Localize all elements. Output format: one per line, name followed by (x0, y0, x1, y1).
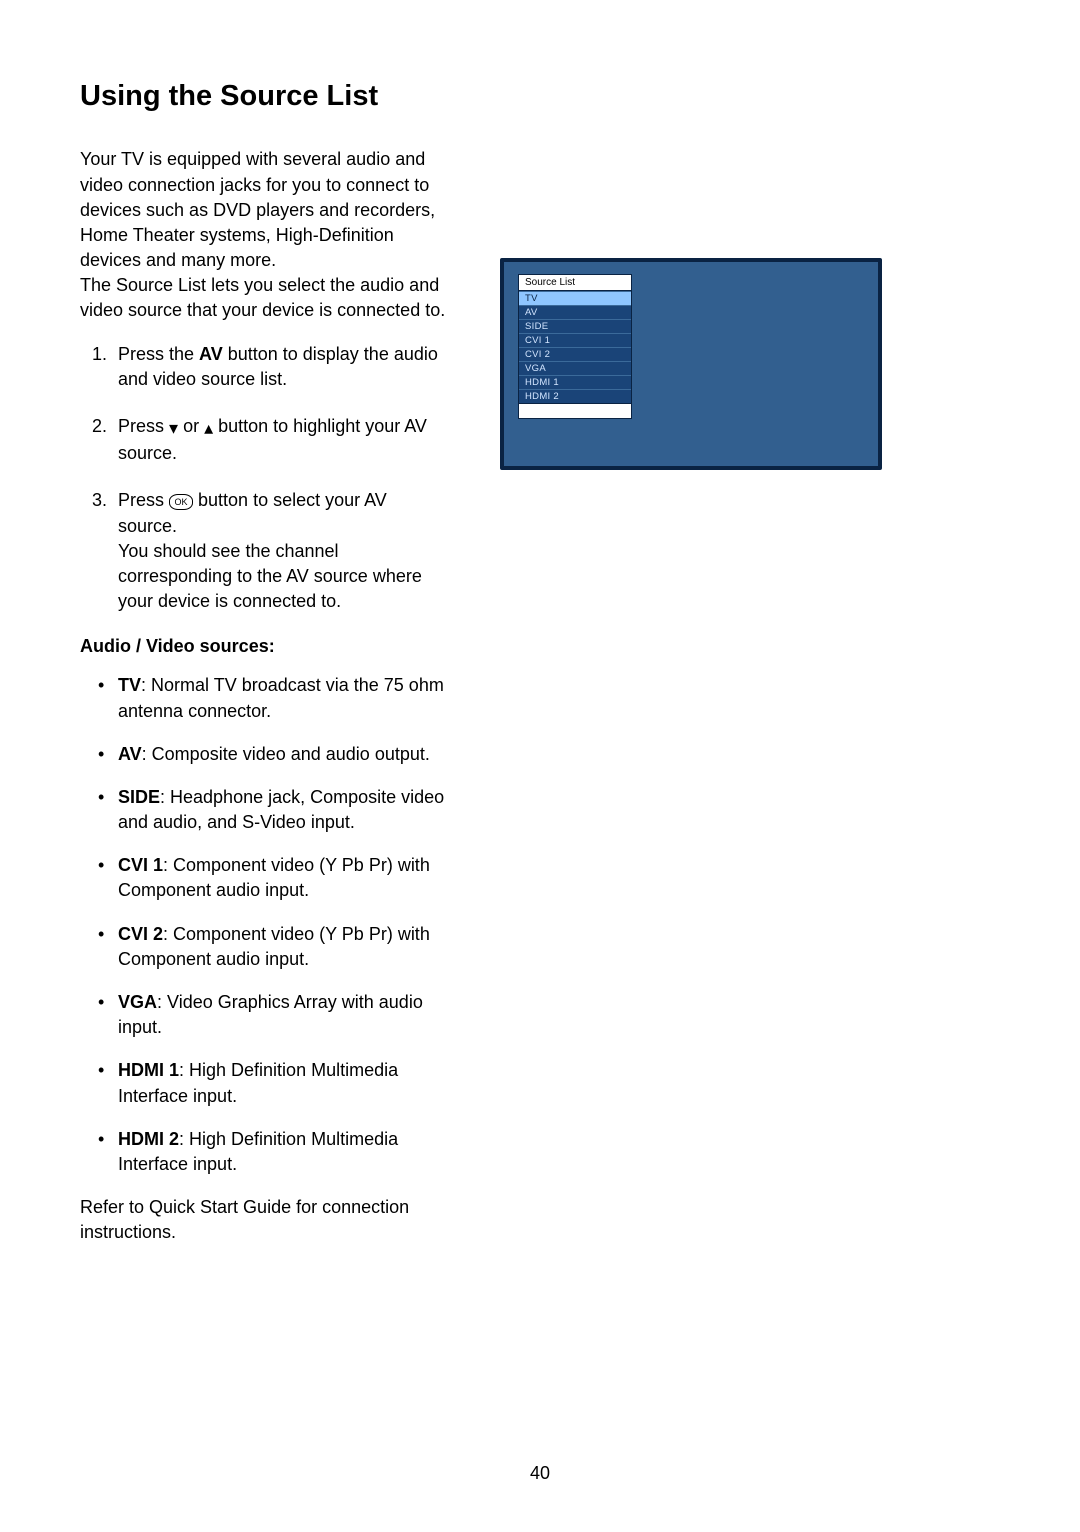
left-column: Using the Source List Your TV is equippe… (80, 80, 450, 1246)
osd-item-hdmi2: HDMI 2 (519, 389, 631, 403)
osd-menu: Source List TV AV SIDE CVI 1 CVI 2 VGA H… (518, 274, 632, 419)
source-item: VGA: Video Graphics Array with audio inp… (102, 990, 450, 1040)
step-1: Press the AV button to display the audio… (112, 342, 450, 392)
source-item: SIDE: Headphone jack, Composite video an… (102, 785, 450, 835)
right-column: Source List TV AV SIDE CVI 1 CVI 2 VGA H… (500, 258, 874, 470)
step-2: Press ▾ or ▴ button to highlight your AV… (112, 414, 450, 466)
osd-item-hdmi1: HDMI 1 (519, 375, 631, 389)
sources-subheading: Audio / Video sources: (80, 636, 450, 657)
osd-item-side: SIDE (519, 319, 631, 333)
manual-page: Using the Source List Your TV is equippe… (0, 0, 1080, 1532)
intro-paragraph-2: The Source List lets you select the audi… (80, 273, 450, 323)
osd-item-vga: VGA (519, 361, 631, 375)
up-arrow-icon: ▴ (204, 416, 213, 441)
osd-header: Source List (519, 275, 631, 291)
ok-button-icon: OK (169, 494, 193, 510)
osd-item-av: AV (519, 305, 631, 319)
osd-item-tv: TV (519, 291, 631, 305)
osd-item-cvi1: CVI 1 (519, 333, 631, 347)
source-item: CVI 2: Component video (Y Pb Pr) with Co… (102, 922, 450, 972)
osd-item-cvi2: CVI 2 (519, 347, 631, 361)
step-3-followup: You should see the channel corresponding… (118, 541, 422, 611)
step-3: Press OK button to select your AV source… (112, 488, 450, 614)
source-item: AV: Composite video and audio output. (102, 742, 450, 767)
steps-list: Press the AV button to display the audio… (80, 342, 450, 615)
down-arrow-icon: ▾ (169, 416, 178, 441)
source-item: HDMI 1: High Definition Multimedia Inter… (102, 1058, 450, 1108)
intro-paragraph-1: Your TV is equipped with several audio a… (80, 147, 450, 273)
osd-footer (519, 403, 631, 418)
page-heading: Using the Source List (80, 80, 450, 113)
source-item: CVI 1: Component video (Y Pb Pr) with Co… (102, 853, 450, 903)
source-item: TV: Normal TV broadcast via the 75 ohm a… (102, 673, 450, 723)
av-button-label: AV (199, 344, 223, 364)
source-item: HDMI 2: High Definition Multimedia Inter… (102, 1127, 450, 1177)
outro-text: Refer to Quick Start Guide for connectio… (80, 1195, 450, 1245)
page-number: 40 (0, 1463, 1080, 1484)
sources-list: TV: Normal TV broadcast via the 75 ohm a… (80, 673, 450, 1177)
source-list-osd-figure: Source List TV AV SIDE CVI 1 CVI 2 VGA H… (500, 258, 882, 470)
